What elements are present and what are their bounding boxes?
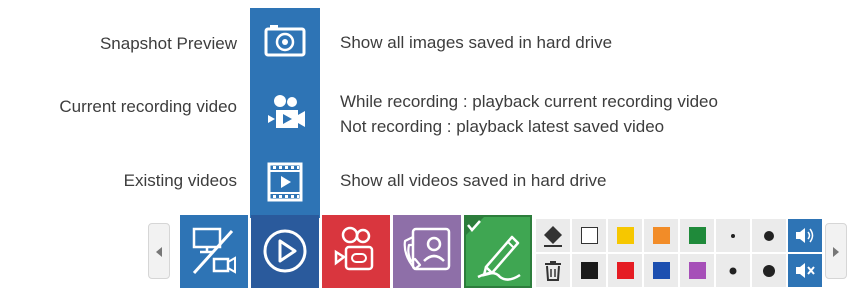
row-label: Current recording video: [59, 97, 237, 116]
current-recording-button[interactable]: [250, 78, 320, 148]
snapshot-preview-button[interactable]: [250, 8, 320, 78]
camera-icon: [264, 25, 306, 57]
large-dot-icon: [764, 231, 774, 241]
scroll-right-button[interactable]: [825, 223, 847, 279]
row-description-line1: While recording : playback current recor…: [340, 92, 718, 111]
film-icon: [267, 162, 303, 202]
color-swatch-yellow[interactable]: [608, 219, 642, 252]
clear-button[interactable]: [536, 254, 570, 287]
existing-videos-button[interactable]: [250, 148, 320, 218]
play-button[interactable]: [251, 215, 319, 288]
chevron-left-icon: [156, 247, 162, 257]
row-description: Show all videos saved in hard drive: [340, 171, 607, 190]
volume-on-icon: [796, 228, 814, 243]
eraser-icon: [544, 226, 562, 247]
video-recorder-icon: [334, 226, 374, 271]
color-swatch-red[interactable]: [608, 254, 642, 287]
video-call-icon: [403, 227, 451, 271]
play-circle-icon: [263, 229, 307, 273]
color-swatch-blue[interactable]: [644, 254, 678, 287]
chevron-right-icon: [833, 247, 839, 257]
pen-size-xlarge-button[interactable]: [752, 254, 786, 287]
row-label: Existing videos: [123, 171, 237, 190]
row-description-line2: Not recording : playback latest saved vi…: [340, 117, 665, 136]
row-description: Show all images saved in hard drive: [340, 33, 613, 52]
pen-size-small-button[interactable]: [716, 219, 750, 252]
color-swatch-green[interactable]: [680, 219, 714, 252]
pen-size-medium-button[interactable]: [752, 219, 786, 252]
small-dot-icon: [729, 267, 737, 275]
small-dot-icon: [731, 234, 735, 238]
annotate-button[interactable]: [464, 215, 532, 288]
eraser-button[interactable]: [536, 219, 570, 252]
pen-size-large-button[interactable]: [716, 254, 750, 287]
color-swatch-purple[interactable]: [680, 254, 714, 287]
color-swatch-white[interactable]: [572, 219, 606, 252]
color-swatch-orange[interactable]: [644, 219, 678, 252]
large-dot-icon: [763, 265, 775, 277]
color-swatch-black[interactable]: [572, 254, 606, 287]
row-label: Snapshot Preview: [99, 34, 237, 53]
recording-video-icon: [268, 95, 305, 128]
scroll-left-button[interactable]: [148, 223, 170, 279]
trash-icon: [545, 261, 561, 281]
record-button[interactable]: [322, 215, 390, 288]
screen-camera-icon: [192, 227, 236, 275]
volume-mute-icon: [796, 263, 815, 278]
volume-mute-button[interactable]: [788, 254, 822, 287]
pen-icon: [464, 215, 521, 281]
screen-switch-button[interactable]: [180, 215, 248, 288]
volume-on-button[interactable]: [788, 219, 822, 252]
call-button[interactable]: [393, 215, 461, 288]
